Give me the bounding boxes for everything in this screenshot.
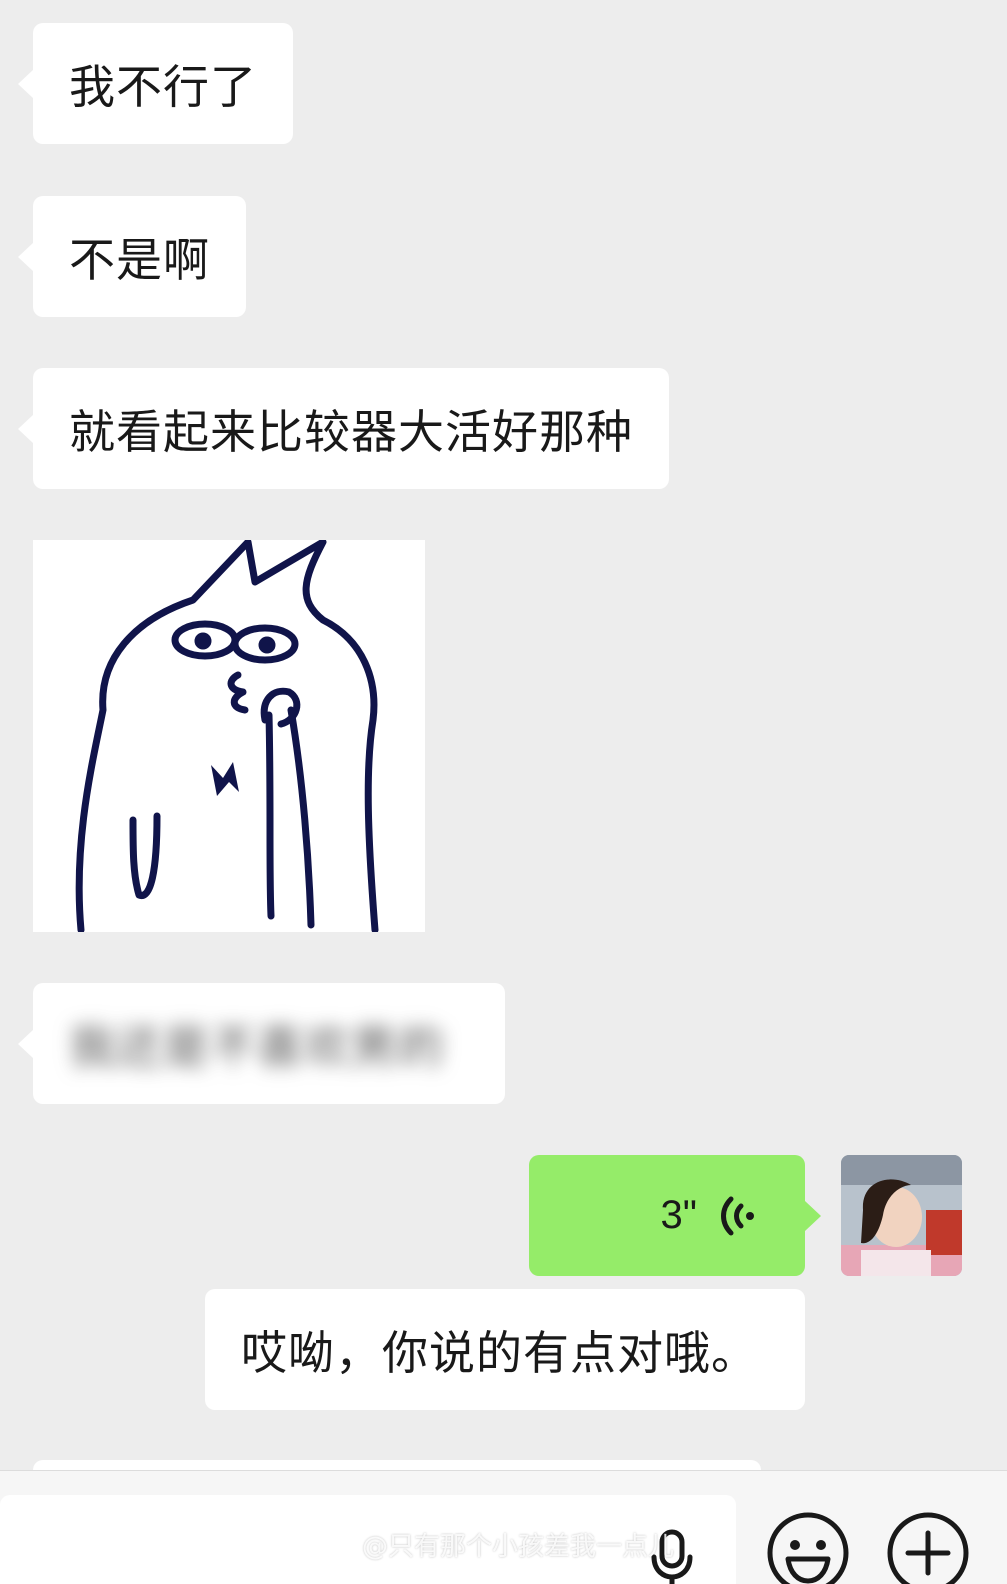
weibo-icon — [318, 1531, 358, 1560]
incoming-message-blurred[interactable]: 我还是不喜欢男的 — [18, 983, 505, 1104]
avatar[interactable] — [841, 1155, 962, 1276]
voice-wave-icon — [721, 1196, 754, 1235]
watermark-text: @只有那个小孩差我一点儿 — [362, 1532, 675, 1562]
voice-duration: 3" — [660, 1193, 697, 1237]
message-text: 就看起来比较器大活好那种 — [69, 404, 633, 459]
chat-view: 我不行了 不是啊 就看起来比较器大活好那种 我还是不喜欢男的 3" 哎呦，你说的… — [0, 0, 1007, 1584]
avatar-photo — [841, 1155, 962, 1276]
sticker-image[interactable] — [33, 538, 425, 934]
watermark: @只有那个小孩差我一点儿 — [318, 1526, 674, 1563]
cartoon-rabbit-sticker — [75, 538, 379, 934]
voice-message-button[interactable]: 3" — [529, 1155, 821, 1276]
plus-icon[interactable] — [886, 1511, 970, 1584]
emoji-icon[interactable] — [766, 1511, 850, 1584]
message-text: 我还是不喜欢男的 — [69, 1019, 445, 1074]
incoming-message[interactable]: 我不行了 — [18, 23, 293, 144]
voice-transcript[interactable]: 哎呦，你说的有点对哦。 — [205, 1289, 805, 1410]
incoming-message[interactable]: 就看起来比较器大活好那种 — [18, 368, 669, 489]
transcript-text: 哎呦，你说的有点对哦。 — [241, 1325, 758, 1380]
message-text: 我不行了 — [69, 59, 257, 114]
message-text: 不是啊 — [69, 232, 210, 287]
incoming-message[interactable]: 不是啊 — [18, 196, 246, 317]
